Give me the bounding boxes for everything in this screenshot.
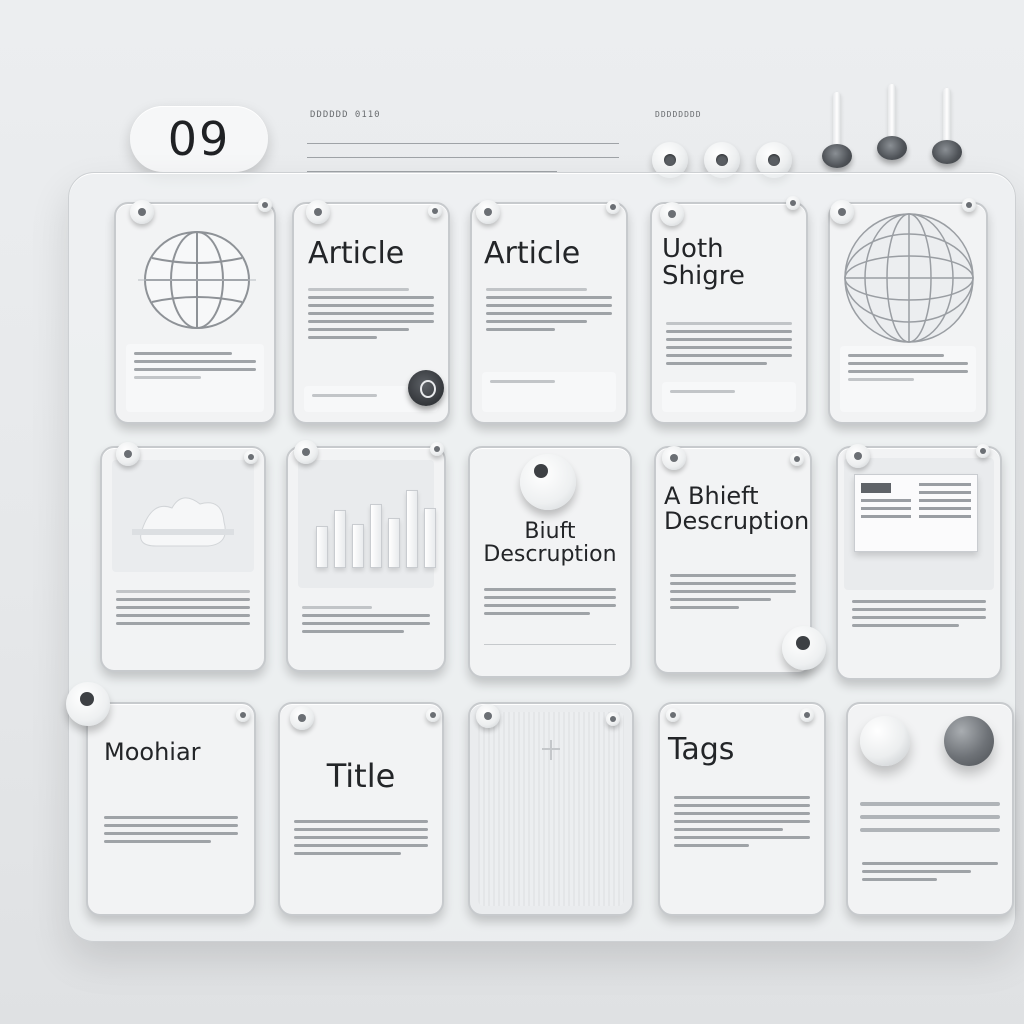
pin-icon bbox=[236, 708, 250, 722]
header-caption-right: DDDDDDDD bbox=[655, 110, 702, 119]
sphere-white-icon[interactable] bbox=[860, 716, 910, 766]
toggle-button[interactable] bbox=[66, 682, 110, 726]
card-title: Uoth Shigre bbox=[662, 234, 745, 292]
card-text-block bbox=[674, 796, 810, 852]
card-text-block bbox=[116, 590, 250, 630]
card-text-block bbox=[104, 816, 238, 848]
page-number-badge: 09 bbox=[130, 106, 268, 172]
image-placeholder bbox=[112, 460, 254, 572]
pin-slider-1[interactable] bbox=[820, 92, 854, 172]
card-text-block bbox=[302, 606, 430, 638]
card-text-block bbox=[840, 346, 976, 412]
card-blank-image[interactable] bbox=[468, 702, 634, 916]
card-title: Tags bbox=[668, 732, 735, 767]
pin-icon bbox=[830, 200, 854, 224]
pin-icon bbox=[786, 196, 800, 210]
card-title: Title bbox=[326, 757, 396, 795]
card-divider-lines bbox=[860, 802, 1000, 841]
pin-icon bbox=[666, 708, 680, 722]
globe-icon bbox=[138, 231, 256, 329]
card-document[interactable] bbox=[836, 446, 1002, 680]
card-text-block bbox=[126, 344, 264, 412]
header-caption: DDDDDD 0110 bbox=[310, 110, 381, 120]
card-footer bbox=[482, 372, 616, 412]
card-tags[interactable]: Tags bbox=[658, 702, 826, 916]
toggle-button[interactable] bbox=[782, 626, 826, 670]
card-chart[interactable] bbox=[286, 446, 446, 672]
pin-icon bbox=[428, 204, 442, 218]
card-moohiar[interactable]: Moohiar bbox=[86, 702, 256, 916]
card-title: Article bbox=[484, 236, 581, 271]
pin-icon bbox=[130, 200, 154, 224]
sphere-grey-icon[interactable] bbox=[944, 716, 994, 766]
page: 09 DDDDDD 0110 DDDDDDDD Article Article … bbox=[0, 0, 1024, 1024]
card-text-block bbox=[486, 288, 612, 336]
card-title: Biuft Descruption bbox=[483, 519, 617, 568]
pin-icon bbox=[976, 444, 990, 458]
card-article-2[interactable]: Article bbox=[470, 202, 628, 424]
pin-icon bbox=[606, 712, 620, 726]
document-thumbnail bbox=[854, 474, 978, 552]
pin-icon bbox=[476, 704, 500, 728]
pin-icon bbox=[962, 198, 976, 212]
pin-icon bbox=[116, 442, 140, 466]
pin-icon bbox=[846, 444, 870, 468]
pin-icon bbox=[294, 440, 318, 464]
card-text-block bbox=[666, 322, 792, 370]
image-icon bbox=[132, 497, 234, 547]
pin-icon bbox=[790, 452, 804, 466]
pin-icon bbox=[662, 446, 686, 470]
pin-icon bbox=[606, 200, 620, 214]
pin-icon bbox=[306, 200, 330, 224]
header-rule bbox=[307, 157, 619, 158]
page-number: 09 bbox=[167, 112, 231, 166]
card-title-placeholder[interactable]: Title bbox=[278, 702, 444, 916]
card-text-block bbox=[308, 288, 434, 344]
bar-chart-icon bbox=[316, 488, 436, 568]
pin-icon bbox=[244, 450, 258, 464]
card-title: Article bbox=[308, 236, 405, 271]
card-text-block bbox=[294, 820, 428, 860]
pin-icon bbox=[426, 708, 440, 722]
pin-icon bbox=[660, 202, 684, 226]
pin-slider-3[interactable] bbox=[930, 88, 964, 168]
card-title: A Bhieft Descruption bbox=[664, 482, 810, 536]
card-footer bbox=[662, 382, 796, 412]
card-uoth-shigre[interactable]: Uoth Shigre bbox=[650, 202, 808, 424]
card-text-block bbox=[484, 588, 616, 620]
pin-icon bbox=[290, 706, 314, 730]
ring-button[interactable] bbox=[520, 454, 576, 510]
card-text-block bbox=[670, 574, 796, 614]
pin-icon bbox=[800, 708, 814, 722]
header-rule bbox=[307, 143, 619, 144]
toggle-button[interactable] bbox=[408, 370, 444, 406]
card-text-block bbox=[862, 862, 998, 886]
pin-icon bbox=[476, 200, 500, 224]
card-image[interactable] bbox=[100, 446, 266, 672]
card-globe-right[interactable] bbox=[828, 202, 988, 424]
card-globe-left[interactable] bbox=[114, 202, 276, 424]
globe-icon bbox=[844, 213, 974, 343]
pin-icon bbox=[258, 198, 272, 212]
pin-icon bbox=[430, 442, 444, 456]
card-title: Moohiar bbox=[104, 738, 201, 766]
pin-slider-2[interactable] bbox=[875, 84, 909, 164]
card-text-block bbox=[852, 600, 986, 632]
